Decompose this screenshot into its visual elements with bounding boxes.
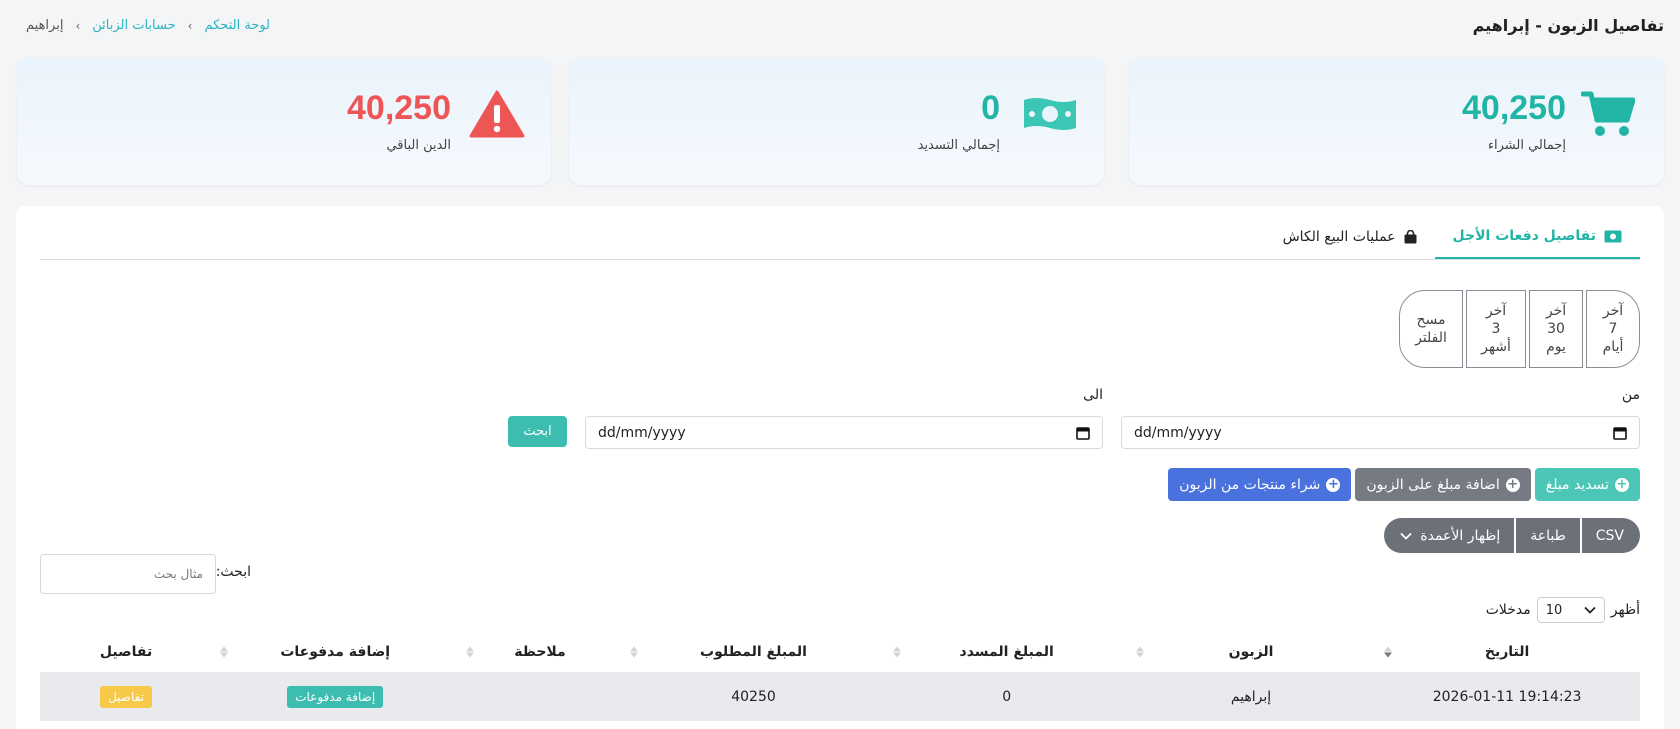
to-date-value: dd/mm/yyyy (598, 424, 686, 441)
from-date-input[interactable]: dd/mm/yyyy (1121, 416, 1640, 449)
calendar-icon[interactable] (1076, 426, 1090, 440)
add-amount-button[interactable]: + اضافة مبلغ على الزبون (1355, 468, 1531, 501)
page-length-value: 10 (1545, 602, 1563, 618)
sort-icon (1384, 646, 1393, 657)
column-header-add-payment[interactable]: إضافة مدفوعات (212, 631, 458, 672)
from-date-value: dd/mm/yyyy (1134, 424, 1222, 441)
stat-label-total-purchase: إجمالي الشراء (1487, 138, 1566, 153)
column-header-customer[interactable]: الزبون (1128, 631, 1374, 672)
breadcrumb-separator: › (75, 18, 81, 33)
print-button[interactable]: طباعة (1516, 518, 1580, 553)
page-length-control: أظهر 10 مدخلات (1486, 597, 1640, 623)
page-length-select[interactable]: 10 (1536, 597, 1605, 623)
stat-card-remaining-debt: 40,250 الدين الباقي (17, 58, 551, 185)
stat-label-total-payment: إجمالي التسديد (917, 138, 1000, 153)
page-title: تفاصيل الزبون - إبراهيم (1472, 16, 1664, 35)
buy-products-button[interactable]: + شراء منتجات من الزبون (1168, 468, 1352, 501)
sort-icon (220, 646, 229, 657)
range-last-7-days-button[interactable]: آخر 7 أيام (1586, 290, 1640, 368)
breadcrumb-home-link[interactable]: لوحة التحكم (204, 18, 270, 33)
breadcrumb-separator: › (187, 18, 193, 33)
tab-credit-label: تفاصيل دفعات الأجل (1452, 228, 1596, 244)
range-last-30-days-button[interactable]: آخر 30 يوم (1529, 290, 1583, 368)
tab-cash-sales[interactable]: عمليات البيع الكاش (1265, 225, 1435, 259)
to-date-input[interactable]: dd/mm/yyyy (585, 416, 1103, 449)
chevron-down-icon (1584, 603, 1596, 618)
money-icon (1604, 230, 1622, 243)
table-header-row: التاريخ الزبون المبلغ المسدد المبلغ المط… (40, 631, 1640, 673)
column-header-note[interactable]: ملاحظة (458, 631, 621, 672)
money-icon (1022, 88, 1078, 140)
breadcrumb: لوحة التحكم › حسابات الزبائن › إبراهيم (26, 18, 270, 33)
add-amount-label: اضافة مبلغ على الزبون (1366, 476, 1500, 493)
from-date-label: من (1621, 387, 1640, 403)
stat-label-remaining-debt: الدين الباقي (386, 138, 451, 153)
action-buttons: + تسديد مبلغ + اضافة مبلغ على الزبون + ش… (1168, 468, 1640, 501)
sort-icon (629, 646, 638, 657)
cell-date: 2026-01-11 19:14:23 (1432, 689, 1582, 705)
tabs: تفاصيل دفعات الأجل عمليات البيع الكاش (40, 226, 1640, 260)
plus-circle-icon: + (1326, 477, 1341, 492)
chevron-down-icon (1400, 528, 1412, 544)
pay-amount-button[interactable]: + تسديد مبلغ (1534, 468, 1640, 501)
cell-details: تفاصيل (40, 673, 212, 721)
column-header-required[interactable]: المبلغ المطلوب (622, 631, 886, 672)
tab-credit-payments[interactable]: تفاصيل دفعات الأجل (1434, 225, 1640, 259)
stat-value-remaining-debt: 40,250 (347, 89, 451, 127)
sort-icon (466, 646, 475, 657)
buy-products-label: شراء منتجات من الزبون (1179, 476, 1321, 493)
plus-circle-icon: + (1615, 477, 1629, 492)
table-search-input[interactable]: مثال بحث (40, 554, 216, 594)
cell-note (458, 673, 621, 721)
breadcrumb-accounts-link[interactable]: حسابات الزبائن (92, 18, 175, 33)
page-length-suffix: مدخلات (1485, 602, 1531, 618)
cart-icon (1580, 88, 1636, 140)
sort-icon (1135, 646, 1144, 657)
date-range-group: آخر 7 أيام آخر 30 يوم آخر 3 أشهر مسح الف… (1399, 290, 1640, 368)
cell-paid: 0 (1002, 689, 1012, 705)
csv-button[interactable]: CSV (1581, 518, 1640, 553)
search-button[interactable]: ابحث (508, 416, 567, 447)
shopping-bag-icon (1404, 230, 1417, 244)
stat-card-total-payment: 0 إجمالي التسديد (569, 58, 1104, 185)
main-panel: تفاصيل دفعات الأجل عمليات البيع الكاش آخ… (16, 206, 1664, 729)
stat-value-total-purchase: 40,250 (1462, 89, 1566, 127)
breadcrumb-current: إبراهيم (26, 18, 64, 33)
table-row: 2026-01-11 19:14:23 إبراهيم 0 40250 إضاف… (40, 673, 1640, 721)
to-date-label: الى (1083, 387, 1103, 403)
calendar-icon[interactable] (1613, 426, 1627, 440)
pay-amount-label: تسديد مبلغ (1545, 476, 1609, 493)
page-length-prefix: أظهر (1610, 602, 1640, 618)
details-button[interactable]: تفاصيل (100, 686, 153, 708)
export-buttons: CSV طباعة إظهار الأعمدة (1384, 518, 1640, 553)
stat-value-total-payment: 0 (981, 89, 1000, 127)
column-visibility-button[interactable]: إظهار الأعمدة (1384, 518, 1515, 553)
cell-add-payment: إضافة مدفوعات (212, 673, 458, 721)
column-header-date[interactable]: التاريخ (1374, 631, 1640, 672)
range-last-3-months-button[interactable]: آخر 3 أشهر (1466, 290, 1526, 368)
column-header-details[interactable]: تفاصيل (40, 631, 212, 672)
table-search-label: ابحث: (215, 564, 251, 580)
column-header-paid[interactable]: المبلغ المسدد (885, 631, 1127, 672)
sort-icon (893, 646, 902, 657)
tab-cash-label: عمليات البيع الكاش (1282, 229, 1396, 245)
clear-filter-button[interactable]: مسح الفلتر (1399, 290, 1463, 368)
warning-icon (469, 88, 525, 140)
cell-required: 40250 (731, 689, 776, 705)
cell-customer: إبراهيم (1230, 689, 1272, 705)
column-visibility-label: إظهار الأعمدة (1420, 527, 1501, 544)
stat-card-total-purchase: 40,250 إجمالي الشراء (1129, 58, 1664, 185)
plus-circle-icon: + (1505, 477, 1520, 492)
table-search-placeholder: مثال بحث (153, 567, 203, 581)
payments-table: التاريخ الزبون المبلغ المسدد المبلغ المط… (40, 631, 1640, 721)
add-payment-button[interactable]: إضافة مدفوعات (287, 686, 384, 708)
